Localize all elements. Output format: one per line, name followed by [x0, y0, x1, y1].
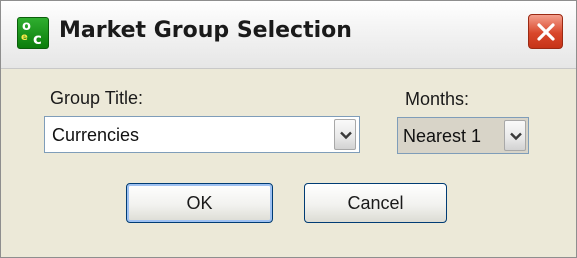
months-dropdown-button[interactable] [504, 120, 526, 151]
app-icon: oec [17, 17, 49, 49]
months-dropdown[interactable]: Nearest 1 [397, 117, 529, 154]
close-icon [537, 23, 555, 41]
group-title-dropdown[interactable]: Currencies [44, 116, 360, 153]
group-title-value: Currencies [52, 125, 140, 145]
title-bar[interactable]: oec Market Group Selection [1, 1, 576, 69]
months-value: Nearest 1 [403, 126, 482, 146]
window-title: Market Group Selection [59, 18, 352, 43]
ok-button[interactable]: OK [126, 183, 273, 223]
market-group-selection-dialog: oec Market Group Selection Group Title: … [0, 0, 577, 258]
dialog-body: Group Title: Currencies Months: Nearest … [1, 70, 576, 257]
group-title-dropdown-button[interactable] [334, 119, 356, 150]
chevron-down-icon [510, 132, 522, 141]
group-title-label: Group Title: [50, 88, 144, 108]
months-label: Months: [405, 89, 470, 109]
close-button[interactable] [528, 14, 563, 49]
chevron-down-icon [340, 131, 352, 140]
cancel-button[interactable]: Cancel [304, 183, 447, 223]
